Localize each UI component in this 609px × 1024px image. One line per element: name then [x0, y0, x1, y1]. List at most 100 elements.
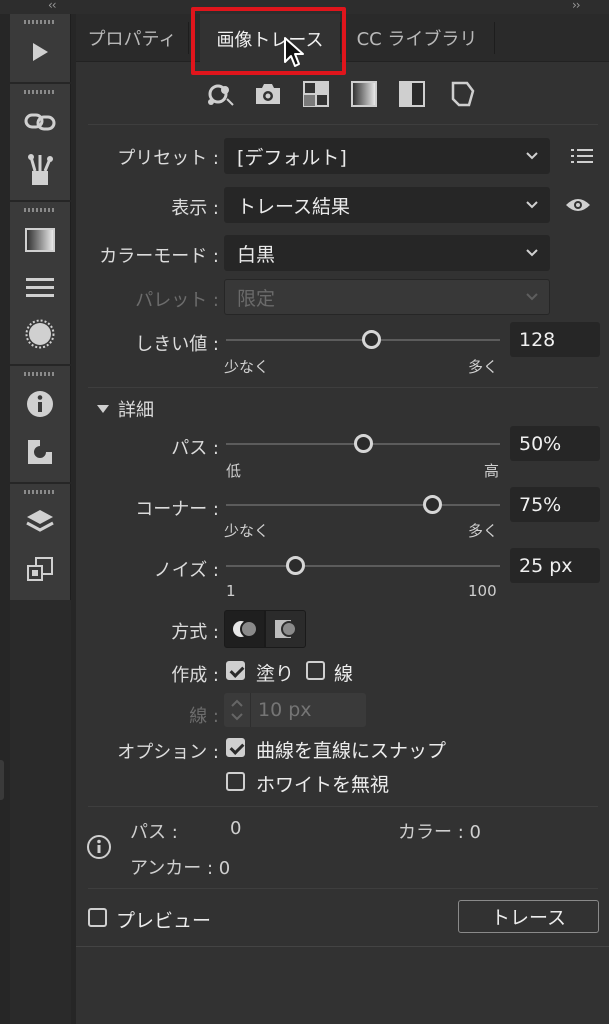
view-value: トレース結果 — [237, 195, 351, 218]
threshold-max-label: 多く — [468, 358, 499, 376]
info-paths-value: 0 — [230, 818, 242, 839]
fill-label: 塗り — [256, 663, 295, 685]
stroke-width-field — [224, 693, 366, 727]
tool-column-empty — [10, 600, 71, 1024]
black-white-preset-icon[interactable] — [396, 78, 428, 110]
preset-value: [デフォルト] — [237, 146, 347, 169]
palette-label: パレット : — [135, 290, 219, 311]
noise-min-label: 1 — [226, 582, 236, 600]
threshold-slider[interactable] — [226, 330, 500, 349]
low-color-preset-icon[interactable] — [300, 78, 332, 110]
noise-label: ノイズ : — [153, 560, 219, 581]
create-label: 作成 : — [171, 665, 219, 686]
method-abutting-button[interactable] — [224, 610, 265, 648]
paths-slider-thumb[interactable] — [354, 434, 373, 453]
grip-handle[interactable] — [24, 490, 56, 494]
eye-icon[interactable] — [562, 189, 594, 221]
abutting-method-icon — [232, 620, 258, 638]
advanced-label: 詳細 — [118, 400, 154, 421]
method-overlapping-button[interactable] — [265, 610, 306, 648]
threshold-min-label: 少なく — [224, 358, 270, 376]
noise-max-label: 100 — [468, 582, 497, 600]
info-colors: カラー : 0 — [398, 822, 481, 843]
paths-max-label: 高 — [484, 462, 500, 480]
link-icon[interactable] — [22, 106, 58, 138]
tab-properties[interactable]: プロパティ — [76, 14, 188, 62]
snap-label: 曲線を直線にスナップ — [256, 740, 447, 762]
paths-min-label: 低 — [226, 462, 242, 480]
trace-button[interactable]: トレース — [458, 900, 599, 933]
info-paths-label: パス : — [130, 822, 178, 843]
outline-preset-icon[interactable] — [446, 78, 478, 110]
auto-color-preset-icon[interactable] — [204, 78, 236, 110]
info-anchors: アンカー : 0 — [130, 858, 231, 879]
noise-slider[interactable] — [226, 556, 500, 575]
preset-select[interactable]: [デフォルト] — [224, 138, 550, 174]
corners-label: コーナー : — [135, 499, 219, 520]
threshold-label: しきい値 : — [135, 334, 219, 355]
method-label: 方式 : — [171, 622, 219, 643]
collapse-left-icon[interactable]: ‹‹ — [48, 0, 57, 12]
brushes-icon[interactable] — [22, 154, 58, 186]
snap-checkbox[interactable] — [226, 738, 245, 757]
grayscale-preset-icon[interactable] — [348, 78, 380, 110]
options-label: オプション : — [117, 742, 219, 763]
gradient-icon[interactable] — [22, 224, 58, 256]
color-mode-select[interactable]: 白黒 — [224, 235, 550, 271]
noise-slider-thumb[interactable] — [285, 556, 305, 575]
chevron-down-icon — [526, 293, 538, 301]
threshold-input[interactable]: 128 — [510, 322, 600, 357]
artboards-icon[interactable] — [22, 554, 58, 586]
advanced-toggle[interactable]: 詳細 — [96, 396, 154, 422]
grip-handle[interactable] — [24, 372, 56, 376]
corners-slider[interactable] — [226, 495, 500, 514]
color-mode-label: カラーモード : — [99, 246, 219, 267]
preset-menu-icon[interactable] — [566, 140, 598, 172]
tab-highlight-box — [191, 7, 346, 75]
paths-label: パス : — [171, 438, 219, 459]
transparency-icon[interactable] — [22, 318, 58, 350]
chevron-down-icon — [526, 249, 538, 257]
shape-builder-icon[interactable] — [22, 436, 58, 468]
chevron-down-icon — [526, 201, 538, 209]
preset-label: プリセット : — [117, 148, 219, 169]
preview-label: プレビュー — [116, 910, 212, 932]
corners-slider-thumb[interactable] — [422, 495, 442, 514]
noise-input[interactable]: 25 px — [510, 548, 600, 583]
triangle-down-icon — [97, 405, 109, 413]
grip-handle[interactable] — [24, 90, 56, 94]
threshold-slider-thumb[interactable] — [362, 330, 382, 349]
stroke-checkbox[interactable] — [306, 661, 325, 680]
stepper-icon — [231, 699, 243, 721]
tab-cc-libraries[interactable]: CC ライブラリ — [342, 14, 492, 62]
view-select[interactable]: トレース結果 — [224, 187, 550, 223]
info-circle-icon — [87, 835, 111, 859]
info-icon[interactable] — [22, 388, 58, 420]
stroke-checkbox-label: 線 — [334, 663, 354, 685]
ignore-white-checkbox[interactable] — [226, 772, 245, 791]
grip-handle[interactable] — [24, 208, 56, 212]
preview-checkbox[interactable] — [88, 908, 107, 927]
overlapping-method-icon — [274, 620, 297, 638]
image-trace-panel: プロパティ 画像トレース CC ライブラリ プリセット : [デフォルト] 表示… — [76, 14, 609, 1024]
grip-handle[interactable] — [24, 20, 56, 24]
play-icon[interactable] — [22, 36, 58, 68]
stroke-lines-icon[interactable] — [22, 272, 58, 304]
fill-checkbox[interactable] — [226, 661, 245, 680]
color-mode-value: 白黒 — [237, 243, 276, 266]
paths-input[interactable]: 50% — [510, 426, 600, 461]
corners-input[interactable]: 75% — [510, 487, 600, 522]
chevron-down-icon — [526, 152, 538, 160]
layers-icon[interactable] — [22, 506, 58, 538]
stroke-width-label: 線 : — [189, 706, 219, 727]
collapse-right-icon[interactable]: ›› — [572, 0, 581, 12]
view-label: 表示 : — [171, 198, 219, 219]
mouse-cursor-icon — [284, 37, 304, 67]
corners-min-label: 少なく — [224, 522, 270, 540]
paths-slider[interactable] — [226, 434, 500, 453]
resize-edge[interactable] — [0, 760, 4, 800]
ignore-white-label: ホワイトを無視 — [256, 774, 390, 796]
stroke-width-input — [258, 698, 358, 722]
palette-select: 限定 — [224, 279, 550, 315]
high-color-preset-icon[interactable] — [252, 78, 284, 110]
